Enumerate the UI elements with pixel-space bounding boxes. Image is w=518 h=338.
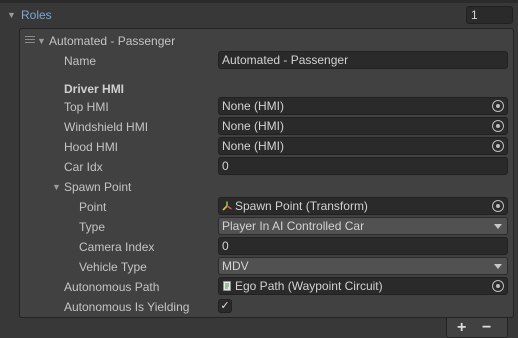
car-idx-label: Car Idx	[64, 160, 103, 174]
autonomous-path-field[interactable]: Ego Path (Waypoint Circuit)	[218, 277, 508, 295]
type-label: Type	[79, 220, 106, 234]
point-value: Spawn Point (Transform)	[235, 199, 368, 213]
chevron-down-icon	[494, 264, 502, 269]
object-picker-icon[interactable]	[492, 120, 504, 132]
element-title[interactable]: Automated - Passenger	[49, 34, 175, 48]
vehicle-type-dropdown[interactable]: MDV	[218, 257, 508, 275]
top-hmi-label: Top HMI	[64, 100, 109, 114]
vehicle-type-label: Vehicle Type	[79, 260, 147, 274]
roles-label[interactable]: Roles	[21, 8, 52, 22]
transform-icon	[222, 201, 232, 211]
checkmark-icon: ✓	[220, 300, 230, 312]
top-hmi-field[interactable]: None (HMI)	[218, 97, 508, 115]
add-element-button[interactable]: +	[457, 320, 466, 336]
hood-hmi-field[interactable]: None (HMI)	[218, 137, 508, 155]
spawn-point-label[interactable]: Spawn Point	[64, 180, 131, 194]
autonomous-yielding-label: Autonomous Is Yielding	[64, 300, 190, 314]
object-picker-icon[interactable]	[492, 280, 504, 292]
autonomous-yielding-checkbox[interactable]: ✓	[218, 299, 232, 313]
camera-index-input[interactable]: 0	[218, 237, 508, 255]
top-divider	[0, 0, 518, 3]
spawn-point-foldout-arrow-icon[interactable]: ▼	[52, 182, 61, 192]
name-input[interactable]: Automated - Passenger	[218, 51, 508, 69]
hood-hmi-value: None (HMI)	[222, 139, 285, 153]
object-picker-icon[interactable]	[492, 100, 504, 112]
element-foldout-arrow-icon[interactable]: ▼	[37, 36, 46, 46]
point-field[interactable]: Spawn Point (Transform)	[218, 197, 508, 215]
type-value: Player In AI Controlled Car	[222, 219, 365, 233]
chevron-down-icon	[494, 224, 502, 229]
car-idx-input[interactable]: 0	[218, 157, 508, 175]
script-icon	[223, 281, 231, 291]
driver-hmi-header: Driver HMI	[64, 82, 125, 96]
remove-element-button[interactable]: −	[482, 320, 491, 336]
object-picker-icon[interactable]	[492, 200, 504, 212]
camera-index-label: Camera Index	[79, 240, 155, 254]
list-footer	[446, 318, 508, 338]
top-hmi-value: None (HMI)	[222, 99, 285, 113]
vehicle-type-value: MDV	[222, 259, 249, 273]
point-label: Point	[79, 200, 107, 214]
name-label: Name	[64, 54, 97, 68]
roles-count-field[interactable]: 1	[466, 6, 513, 24]
windshield-hmi-field[interactable]: None (HMI)	[218, 117, 508, 135]
drag-handle-icon[interactable]	[25, 36, 35, 43]
hood-hmi-label: Hood HMI	[64, 140, 119, 154]
windshield-hmi-value: None (HMI)	[222, 119, 285, 133]
roles-foldout-arrow-icon[interactable]: ▼	[7, 10, 16, 20]
autonomous-path-label: Autonomous Path	[64, 280, 160, 294]
type-dropdown[interactable]: Player In AI Controlled Car	[218, 217, 508, 235]
object-picker-icon[interactable]	[492, 140, 504, 152]
autonomous-path-value: Ego Path (Waypoint Circuit)	[235, 279, 383, 293]
windshield-hmi-label: Windshield HMI	[64, 120, 149, 134]
